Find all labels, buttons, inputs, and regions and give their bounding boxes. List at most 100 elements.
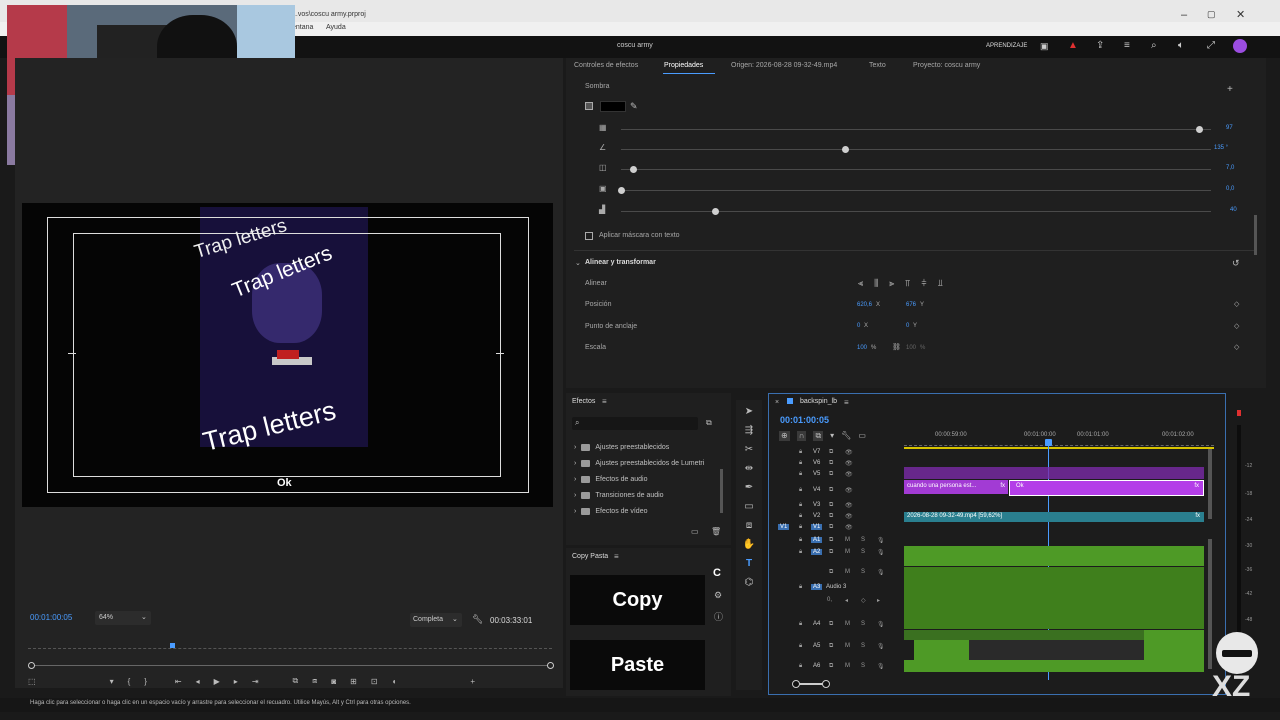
frame-forward-icon[interactable]: ▸ [234, 677, 238, 686]
lock-icon[interactable]: 🔒︎ [799, 549, 802, 556]
effects-search-input[interactable]: ⌕ [572, 417, 698, 430]
sync-icon[interactable]: ⧉ [829, 524, 833, 531]
selection-tool-icon[interactable]: ➤ [745, 406, 753, 417]
paste-button[interactable]: Paste [570, 640, 705, 690]
out-point-icon[interactable]: } [144, 677, 147, 686]
snap-icon[interactable]: ∩ [796, 431, 807, 441]
step-back-icon[interactable]: ⇤ [175, 677, 182, 686]
mask-checkbox[interactable] [585, 232, 593, 240]
frame-back-icon[interactable]: ◂ [196, 677, 200, 686]
ripple-icon[interactable]: ⇹ [745, 463, 753, 474]
clip-a4-audio[interactable] [904, 630, 1144, 640]
shadow-color-swatch[interactable] [600, 101, 626, 112]
keyframe-icon[interactable]: ◇ [1234, 343, 1239, 351]
audio-3-volume[interactable]: 0, [827, 597, 832, 603]
source-patch-v1[interactable]: V1 [778, 524, 790, 530]
playhead-marker[interactable] [170, 643, 175, 648]
sync-icon[interactable]: ⧉ [829, 502, 833, 509]
solo-icon[interactable]: S [861, 643, 865, 649]
sync-icon[interactable]: ⧉ [829, 471, 833, 478]
anchor-x[interactable]: 0 [857, 323, 860, 329]
lock-icon[interactable]: 🔒︎ [799, 502, 802, 509]
keyframe-icon[interactable]: ◇ [1234, 322, 1239, 330]
distance-slider[interactable] [629, 166, 637, 173]
mic-icon[interactable]: 🎙︎ [877, 643, 885, 650]
info-icon[interactable]: ⓘ [714, 610, 723, 623]
program-timecode[interactable]: 00:01:00:05 [30, 613, 72, 622]
solo-icon[interactable]: S [861, 621, 865, 627]
menu-item-ventana[interactable]: entana [292, 24, 313, 31]
angle-value[interactable]: 135 ° [1214, 145, 1228, 151]
warning-icon[interactable]: ▲ [1068, 40, 1078, 51]
sync-icon[interactable]: ⧉ [829, 487, 833, 494]
track-select-icon[interactable]: ⇶ [745, 425, 753, 436]
quality-select[interactable]: Completa ⌄ [410, 613, 462, 627]
mic-icon[interactable]: 🎙︎ [877, 621, 885, 628]
reset-icon[interactable]: ↺ [1232, 258, 1240, 269]
sync-icon[interactable]: ⧉ [829, 621, 833, 628]
panel-menu-icon[interactable]: ≡ [844, 398, 849, 407]
playhead-handle[interactable] [1045, 439, 1052, 446]
minimize-icon[interactable]: – [1181, 9, 1187, 21]
scale-value[interactable]: 100 [857, 345, 867, 351]
timeline-zoom-bar[interactable] [787, 677, 1207, 691]
sync-icon[interactable]: ⧉ [829, 537, 833, 544]
align-bottom-icon[interactable]: ⫫ [938, 278, 943, 289]
tab-properties[interactable]: Propiedades [664, 62, 703, 69]
tab-effect-controls[interactable]: Controles de efectos [574, 62, 638, 69]
size-value[interactable]: 0,0 [1226, 186, 1234, 192]
mute-icon[interactable]: M [845, 537, 850, 543]
keyframe-icon[interactable]: ◇ [861, 597, 866, 604]
eye-icon[interactable]: 👁︎ [845, 524, 853, 531]
wrench-icon[interactable]: 🔧︎ [841, 431, 851, 441]
lock-icon[interactable]: 🔒︎ [799, 460, 802, 467]
panel-menu-icon[interactable]: ≡ [614, 552, 619, 561]
lock-icon[interactable]: 🔒︎ [799, 487, 802, 494]
compare-icon[interactable]: ⊞ [350, 677, 357, 686]
blur-slider[interactable] [712, 208, 720, 215]
align-center-icon[interactable]: ⫼ [874, 278, 878, 289]
learn-button[interactable]: APRENDIZAJE [986, 43, 1027, 49]
preset-icon[interactable]: ⧉ [706, 418, 712, 428]
clip-v4-ok[interactable]: Ok fx [1009, 480, 1204, 496]
keyframe-icon[interactable]: ◇ [1234, 300, 1239, 308]
selection-icon[interactable]: ⬚ [28, 677, 36, 686]
workspace-icon[interactable]: ▣ [1040, 41, 1049, 52]
track-label[interactable]: V1 [811, 524, 823, 530]
search-icon[interactable]: ⌕ [1151, 40, 1157, 51]
track-label[interactable]: A3 [811, 584, 823, 590]
new-folder-icon[interactable]: ▭ [691, 527, 699, 536]
marker-icon[interactable]: ▾ [110, 677, 114, 686]
lock-icon[interactable]: 🔒︎ [799, 524, 802, 531]
overlay-text-ok[interactable]: Ok [277, 477, 292, 489]
keyframe-prev-icon[interactable]: ◂ [845, 597, 848, 604]
zoom-select[interactable]: 64% ⌄ [95, 611, 151, 625]
type-tool-icon[interactable]: T [746, 558, 752, 569]
mute-icon[interactable]: M [845, 663, 850, 669]
scale-value-2[interactable]: 100 [906, 345, 916, 351]
razor-icon[interactable]: ✂ [745, 444, 753, 455]
scrub-bar[interactable] [32, 665, 550, 666]
mute-icon[interactable]: M [845, 549, 850, 555]
opacity-value[interactable]: 97 [1226, 125, 1233, 131]
audio-icon[interactable]: ◖ [392, 677, 397, 686]
anchor-y[interactable]: 0 [906, 323, 909, 329]
chevron-down-icon[interactable]: ⌄ [575, 259, 581, 267]
slip-icon[interactable]: ⧈ [746, 520, 752, 531]
angle-slider[interactable] [842, 146, 850, 153]
tab-text[interactable]: Texto [869, 62, 886, 69]
captions-icon[interactable]: ▭ [858, 431, 866, 441]
volume-icon[interactable]: 🔈︎ [1178, 40, 1184, 51]
lock-icon[interactable]: 🔒︎ [799, 513, 802, 520]
nest-icon[interactable]: ⊕ [779, 431, 790, 441]
eyedropper-icon[interactable]: ✎ [630, 101, 638, 112]
rectangle-icon[interactable]: ▭ [744, 501, 753, 512]
sync-icon[interactable]: ⧉ [829, 513, 833, 520]
close-icon[interactable]: × [775, 399, 779, 406]
mic-icon[interactable]: 🎙︎ [877, 663, 885, 670]
mic-icon[interactable]: 🎙︎ [877, 549, 885, 556]
clip-a2-audio[interactable] [904, 546, 1204, 566]
copy-button[interactable]: Copy [570, 575, 705, 625]
c-logo-icon[interactable]: C [713, 567, 721, 579]
align-left-icon[interactable]: ⫷ [858, 278, 863, 289]
